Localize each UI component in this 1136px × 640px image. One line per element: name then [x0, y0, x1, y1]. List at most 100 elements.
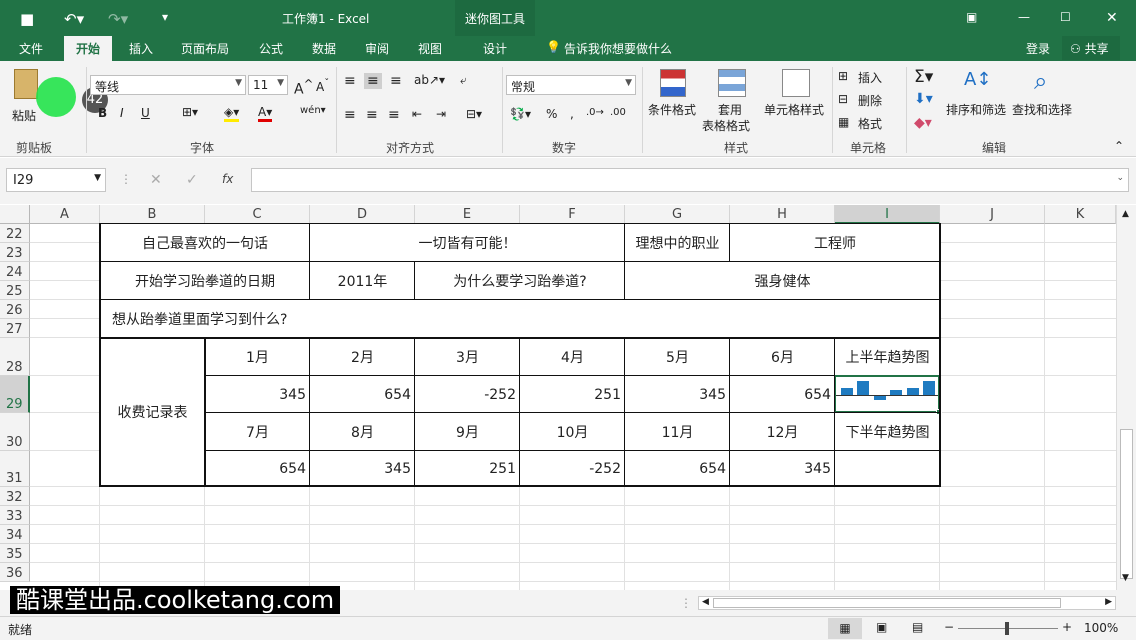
- font-name-combo[interactable]: 等线 ▼: [90, 75, 246, 95]
- fill-icon[interactable]: ⬇▾: [914, 91, 933, 107]
- name-box[interactable]: I29 ▼: [6, 168, 106, 192]
- decrease-indent-icon[interactable]: ⇤: [412, 107, 422, 121]
- scroll-thumb[interactable]: [1120, 429, 1133, 579]
- row-header-26[interactable]: 26: [0, 300, 30, 319]
- month-cell[interactable]: 1月: [205, 338, 310, 376]
- insert-cells-label[interactable]: 插入: [858, 69, 882, 86]
- number-format-combo[interactable]: 常规 ▼: [506, 75, 636, 95]
- select-all-corner[interactable]: [0, 205, 30, 224]
- comma-icon[interactable]: ,: [570, 107, 574, 121]
- merge-center-icon[interactable]: ⊟▾: [466, 107, 482, 121]
- row-header-24[interactable]: 24: [0, 262, 30, 281]
- tell-me-box[interactable]: 告诉我你想要做什么: [564, 40, 672, 57]
- normal-view-icon[interactable]: ▦: [828, 618, 862, 639]
- cell-i28[interactable]: 上半年趋势图: [835, 338, 940, 376]
- orientation-icon[interactable]: ab↗▾: [414, 73, 445, 87]
- format-as-table-button[interactable]: 套用 表格格式: [702, 67, 762, 133]
- row-header-34[interactable]: 34: [0, 525, 30, 544]
- row-header-25[interactable]: 25: [0, 281, 30, 300]
- month-cell[interactable]: 9月: [415, 413, 520, 451]
- month-cell[interactable]: 12月: [730, 413, 835, 451]
- enter-icon[interactable]: ✓: [186, 172, 198, 188]
- save-icon[interactable]: ■: [20, 10, 34, 28]
- insert-function-icon[interactable]: fx: [222, 172, 233, 186]
- conditional-format-button[interactable]: 条件格式: [648, 67, 700, 131]
- login-link[interactable]: 登录: [1026, 40, 1050, 57]
- border-icon[interactable]: ⊞▾: [182, 105, 198, 119]
- month-cell[interactable]: 6月: [730, 338, 835, 376]
- vertical-scrollbar[interactable]: ▲ ▼: [1116, 205, 1136, 590]
- value-cell[interactable]: 251: [415, 451, 518, 486]
- cancel-icon[interactable]: ✕: [150, 172, 162, 188]
- value-cell[interactable]: -252: [520, 451, 623, 486]
- horizontal-scrollbar[interactable]: ◀ ▶: [698, 596, 1116, 610]
- row-header-36[interactable]: 36: [0, 563, 30, 582]
- share-button[interactable]: ⚇ 共享: [1062, 36, 1120, 60]
- column-header-d[interactable]: D: [310, 205, 415, 224]
- row-header-29[interactable]: 29: [0, 376, 30, 413]
- row-header-33[interactable]: 33: [0, 506, 30, 525]
- column-header-g[interactable]: G: [625, 205, 730, 224]
- bold-button[interactable]: B: [98, 106, 107, 120]
- hscroll-thumb[interactable]: [713, 598, 1061, 608]
- cell-g22[interactable]: 理想中的职业: [625, 224, 730, 262]
- cell-b26[interactable]: 想从跆拳道里面学习到什么?: [100, 300, 520, 338]
- month-cell[interactable]: 5月: [625, 338, 730, 376]
- find-select-button[interactable]: ⌕ 查找和选择: [1012, 67, 1076, 131]
- undo-icon[interactable]: ↶▾: [64, 10, 84, 28]
- value-cell[interactable]: 345: [205, 376, 308, 413]
- cell-d22[interactable]: 一切皆有可能！: [310, 224, 625, 262]
- value-cell[interactable]: 654: [625, 451, 728, 486]
- redo-icon[interactable]: ↷▾: [108, 10, 128, 28]
- cell-i30[interactable]: 下半年趋势图: [835, 413, 940, 451]
- sort-filter-button[interactable]: A↕ 排序和筛选: [946, 67, 1010, 131]
- cell-styles-button[interactable]: 单元格样式: [764, 67, 830, 131]
- value-cell[interactable]: 654: [730, 376, 833, 413]
- decrease-font-icon[interactable]: Aˇ: [316, 78, 329, 94]
- tab-data[interactable]: 数据: [312, 40, 336, 57]
- scroll-up-icon[interactable]: ▲: [1122, 209, 1129, 219]
- column-header-k[interactable]: K: [1045, 205, 1116, 224]
- font-size-combo[interactable]: 11 ▼: [248, 75, 288, 95]
- wrap-text-icon[interactable]: ⤶: [460, 73, 467, 88]
- insert-cells-icon[interactable]: ⊞: [838, 69, 848, 83]
- cell-e24[interactable]: 为什么要学习跆拳道?: [415, 262, 625, 300]
- row-header-30[interactable]: 30: [0, 413, 30, 451]
- page-break-view-icon[interactable]: ▤: [912, 620, 923, 634]
- italic-button[interactable]: I: [120, 106, 124, 120]
- align-right-icon[interactable]: ≡: [388, 107, 400, 123]
- clear-icon[interactable]: ◆▾: [914, 115, 932, 131]
- month-cell[interactable]: 2月: [310, 338, 415, 376]
- font-color-icon[interactable]: A▾: [258, 105, 273, 122]
- value-cell[interactable]: 345: [625, 376, 728, 413]
- row-header-22[interactable]: 22: [0, 224, 30, 243]
- delete-cells-icon[interactable]: ⊟: [838, 92, 848, 106]
- align-left-icon[interactable]: ≡: [344, 107, 356, 123]
- scroll-down-icon[interactable]: ▼: [1122, 573, 1129, 583]
- column-header-i[interactable]: I: [835, 205, 940, 224]
- row-header-35[interactable]: 35: [0, 544, 30, 563]
- row-header-23[interactable]: 23: [0, 243, 30, 262]
- column-header-e[interactable]: E: [415, 205, 520, 224]
- row-header-28[interactable]: 28: [0, 338, 30, 376]
- decrease-decimal-icon[interactable]: .00: [610, 107, 626, 118]
- tab-formulas[interactable]: 公式: [259, 40, 283, 57]
- month-cell[interactable]: 3月: [415, 338, 520, 376]
- cell-d24[interactable]: 2011年: [310, 262, 415, 300]
- scroll-left-icon[interactable]: ◀: [702, 597, 709, 607]
- row-header-32[interactable]: 32: [0, 487, 30, 506]
- row-header-27[interactable]: 27: [0, 319, 30, 338]
- zoom-thumb[interactable]: [1005, 622, 1009, 635]
- month-cell[interactable]: 4月: [520, 338, 625, 376]
- increase-font-icon[interactable]: A^: [294, 77, 313, 98]
- value-cell[interactable]: 654: [310, 376, 413, 413]
- zoom-out-icon[interactable]: −: [944, 620, 954, 634]
- collapse-ribbon-icon[interactable]: ⌃: [1114, 139, 1124, 153]
- cell-b22[interactable]: 自己最喜欢的一句话: [100, 224, 310, 262]
- close-icon[interactable]: ✕: [1106, 10, 1118, 26]
- increase-indent-icon[interactable]: ⇥: [436, 107, 446, 121]
- align-center-icon[interactable]: ≡: [366, 107, 378, 123]
- column-header-h[interactable]: H: [730, 205, 835, 224]
- align-top-icon[interactable]: ≡: [344, 73, 356, 89]
- currency-icon[interactable]: 💱▾: [510, 107, 531, 121]
